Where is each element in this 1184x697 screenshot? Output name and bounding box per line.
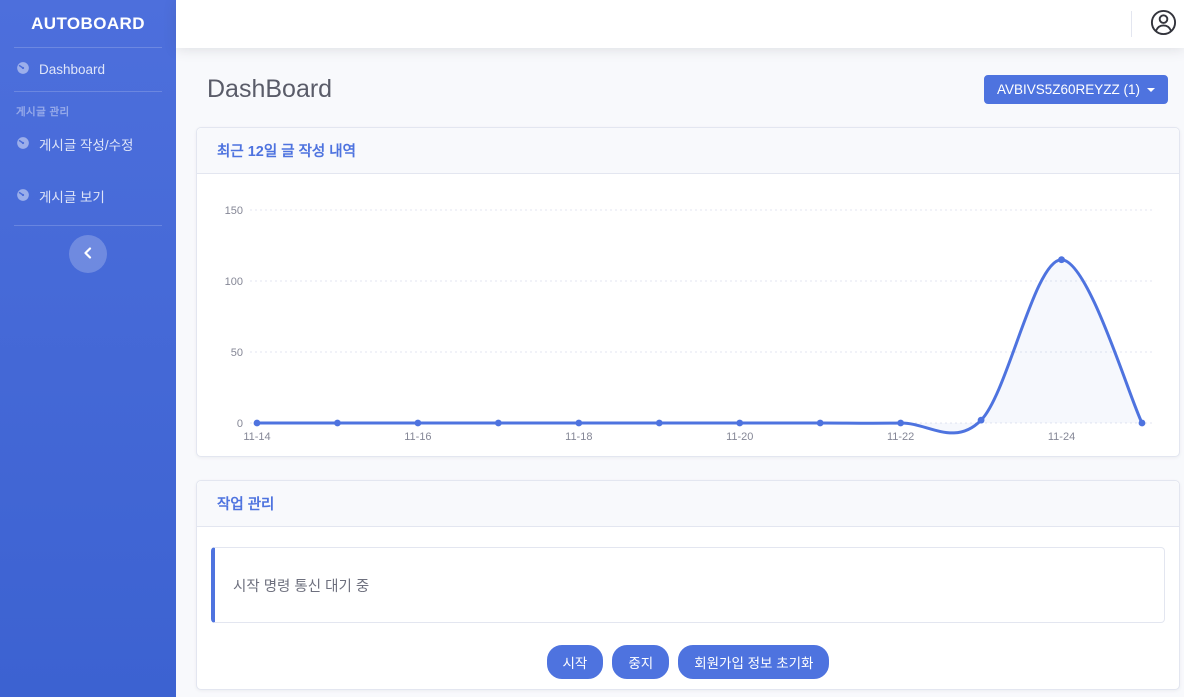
y-tick-label: 150 — [225, 205, 243, 217]
x-tick-label: 11-24 — [1048, 431, 1075, 443]
sidebar-divider — [14, 225, 162, 226]
task-status-box: 시작 명령 통신 대기 중 — [211, 547, 1165, 623]
task-management-card-body: 시작 명령 통신 대기 중 시작 중지 회원가입 정보 초기화 — [197, 527, 1179, 689]
chart-point — [656, 420, 663, 427]
page-title: DashBoard — [207, 75, 332, 104]
recent-posts-line-chart: 0 50 100 150 11-14 11-16 11-18 11-20 11-22 11-24 — [217, 194, 1159, 444]
x-tick-label: 11-16 — [404, 431, 431, 443]
gauge-icon — [16, 188, 30, 205]
chart-point — [575, 420, 582, 427]
content-area: DashBoard AVBIVS5Z60REYZZ (1) 최근 12일 글 작… — [176, 48, 1184, 697]
topbar-divider — [1131, 11, 1132, 37]
chart-point — [254, 420, 261, 427]
x-tick-label: 11-22 — [887, 431, 914, 443]
brand-text: AUTOBOARD — [31, 14, 145, 34]
chevron-left-icon — [83, 236, 93, 272]
recent-posts-card-title: 최근 12일 글 작성 내역 — [197, 128, 1179, 174]
caret-down-icon — [1147, 88, 1155, 92]
chart-point — [736, 420, 743, 427]
sidebar-item-post-view[interactable]: 게시글 보기 — [0, 173, 176, 219]
sidebar-item-dashboard[interactable]: Dashboard — [0, 48, 176, 91]
recent-posts-card-body: 0 50 100 150 11-14 11-16 11-18 11-20 11-22 11-24 — [197, 174, 1179, 456]
recent-posts-card: 최근 12일 글 작성 내역 0 50 100 150 11-14 11-16 11-18 1… — [196, 127, 1180, 457]
task-button-row: 시작 중지 회원가입 정보 초기화 — [211, 645, 1165, 679]
account-dropdown-label: AVBIVS5Z60REYZZ (1) — [997, 82, 1140, 97]
page-header: DashBoard AVBIVS5Z60REYZZ (1) — [196, 75, 1180, 104]
y-tick-label: 50 — [231, 347, 243, 359]
y-tick-label: 100 — [225, 276, 243, 288]
reset-signup-info-button[interactable]: 회원가입 정보 초기화 — [678, 645, 829, 679]
gauge-icon — [16, 136, 30, 153]
x-tick-label: 11-18 — [565, 431, 592, 443]
sidebar-item-label: 게시글 작성/수정 — [39, 134, 133, 154]
task-management-card-title: 작업 관리 — [197, 481, 1179, 527]
chart-point — [334, 420, 341, 427]
chart-area-fill — [257, 260, 1142, 433]
chart-point — [415, 420, 422, 427]
line-chart-svg: 0 50 100 150 11-14 11-16 11-18 11-20 11-22 11-24 — [217, 194, 1159, 444]
chart-point — [1058, 256, 1065, 263]
task-management-card: 작업 관리 시작 명령 통신 대기 중 시작 중지 회원가입 정보 초기화 — [196, 480, 1180, 690]
sidebar-collapse-button[interactable] — [69, 235, 107, 273]
sidebar-toggle-wrap — [0, 235, 176, 273]
start-button[interactable]: 시작 — [547, 645, 604, 679]
chart-point — [1139, 420, 1146, 427]
gauge-icon — [16, 61, 30, 78]
chart-point — [978, 417, 985, 424]
stop-button[interactable]: 중지 — [612, 645, 669, 679]
y-tick-label: 0 — [237, 418, 243, 430]
user-menu-button[interactable] — [1150, 9, 1177, 39]
sidebar-item-label: Dashboard — [39, 62, 105, 77]
topbar — [176, 0, 1184, 48]
main-column: DashBoard AVBIVS5Z60REYZZ (1) 최근 12일 글 작… — [176, 0, 1184, 697]
sidebar: AUTOBOARD Dashboard 게시글 관리 게시글 작성/수정 게시글… — [0, 0, 176, 697]
x-tick-label: 11-14 — [243, 431, 270, 443]
brand-logo[interactable]: AUTOBOARD — [0, 0, 176, 47]
x-tick-label: 11-20 — [726, 431, 753, 443]
chart-point — [897, 420, 904, 427]
user-circle-icon — [1150, 9, 1177, 39]
chart-point — [817, 420, 824, 427]
sidebar-item-post-write-edit[interactable]: 게시글 작성/수정 — [0, 121, 176, 167]
chart-point — [495, 420, 502, 427]
sidebar-section-heading: 게시글 관리 — [0, 92, 176, 121]
account-dropdown-button[interactable]: AVBIVS5Z60REYZZ (1) — [984, 75, 1168, 104]
task-status-message: 시작 명령 통신 대기 중 — [233, 575, 369, 596]
sidebar-item-label: 게시글 보기 — [39, 186, 105, 206]
